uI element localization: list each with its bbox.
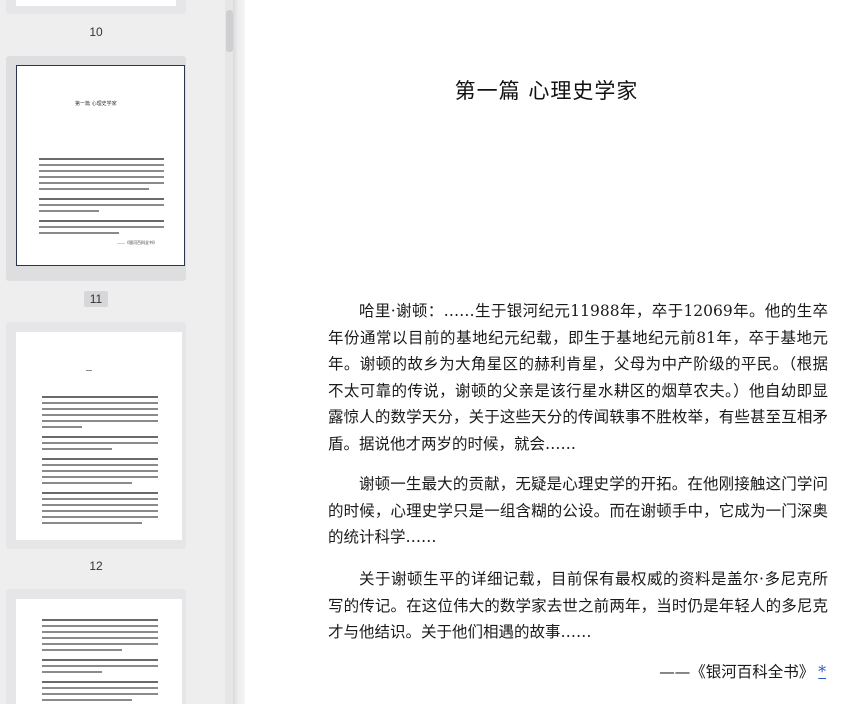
document-page: 第一篇 心理史学家 哈里·谢顿：……生于银河纪元11988年，卒于12069年。…: [245, 0, 848, 704]
paragraph-1: 哈里·谢顿：……生于银河纪元11988年，卒于12069年。他的生卒年份通常以目…: [328, 302, 828, 453]
panel-divider[interactable]: [233, 0, 245, 704]
page-thumbnail-10[interactable]: [6, 0, 186, 14]
sidebar-scrollbar-track[interactable]: [225, 0, 233, 704]
thumbnail-page-image: 第一篇 心理史学家 ——《银河百科全书》: [16, 65, 185, 266]
thumbnail-title: 第一篇 心理史学家: [75, 101, 117, 107]
thumbnail-page-image: [16, 599, 182, 704]
page-thumbnail-13[interactable]: [6, 589, 186, 704]
page-number-label: 12: [89, 559, 103, 573]
paragraph-3: 关于谢顿生平的详细记载，目前保有最权威的资料是盖尔·多尼克所写的传记。在这位伟大…: [328, 570, 828, 641]
page-thumbnail-11[interactable]: 第一篇 心理史学家 ——《银河百科全书》: [6, 56, 186, 281]
page-number-label: 10: [89, 25, 103, 39]
chapter-title: 第一篇 心理史学家: [454, 79, 639, 103]
attribution-line: ——《银河百科全书》 *: [659, 660, 826, 682]
paragraph-2: 谢顿一生最大的贡献，无疑是心理史学的开拓。在他刚接触这门学问的时候，心理史学只是…: [328, 475, 828, 546]
page-thumbnail-12[interactable]: [6, 322, 186, 549]
thumbnail-page-image: [16, 0, 176, 6]
thumbnail-page-image: [16, 332, 182, 540]
page-number-label-selected: 11: [0, 291, 192, 307]
attribution-text: ——《银河百科全书》: [659, 663, 815, 681]
footnote-link[interactable]: *: [818, 663, 826, 681]
thumbnail-sidebar: 10 第一篇 心理史学家 ——《银河百科全书》 11 12: [0, 0, 233, 704]
sidebar-scrollbar-thumb[interactable]: [226, 10, 233, 52]
thumbnail-attribution: ——《银河百科全书》: [117, 240, 157, 245]
